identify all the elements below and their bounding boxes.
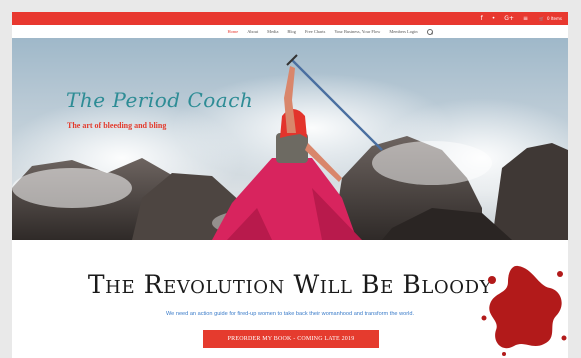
facebook-icon[interactable]: f — [481, 12, 483, 25]
nav-item-media[interactable]: Media — [267, 29, 278, 34]
top-bar: f • G+ ≡ 🛒 0 Items — [12, 12, 568, 25]
nav-item-free-charts[interactable]: Free Charts — [305, 29, 325, 34]
google-plus-icon[interactable]: G+ — [504, 12, 514, 25]
hero-banner: The Period Coach The art of bleeding and… — [12, 38, 568, 240]
cart-label: 0 Items — [546, 16, 562, 21]
hero-image — [12, 54, 568, 240]
cart-icon: 🛒 — [539, 16, 544, 21]
site-tagline: The art of bleeding and bling — [67, 121, 167, 130]
nav-item-about[interactable]: About — [247, 29, 258, 34]
search-icon[interactable] — [426, 28, 433, 35]
rss-icon[interactable]: ≡ — [523, 12, 528, 25]
twitter-icon[interactable]: • — [492, 12, 496, 25]
nav-item-members-login[interactable]: Members Login — [389, 29, 417, 34]
nav-item-blog[interactable]: Blog — [287, 29, 296, 34]
blood-splatter — [481, 265, 567, 356]
main-nav: Home About Media Blog Free Charts Your B… — [12, 25, 568, 38]
social-links: f • G+ ≡ — [481, 12, 528, 25]
preorder-button[interactable]: PREORDER MY BOOK - COMING LATE 2019 — [203, 330, 379, 348]
nav-item-your-business[interactable]: Your Business, Your Flow — [334, 29, 380, 34]
site-title[interactable]: The Period Coach — [66, 88, 253, 112]
page-frame: f • G+ ≡ 🛒 0 Items Home About Media Blog… — [12, 12, 568, 358]
cart-link[interactable]: 🛒 0 Items — [539, 12, 562, 25]
nav-item-home[interactable]: Home — [227, 29, 238, 34]
